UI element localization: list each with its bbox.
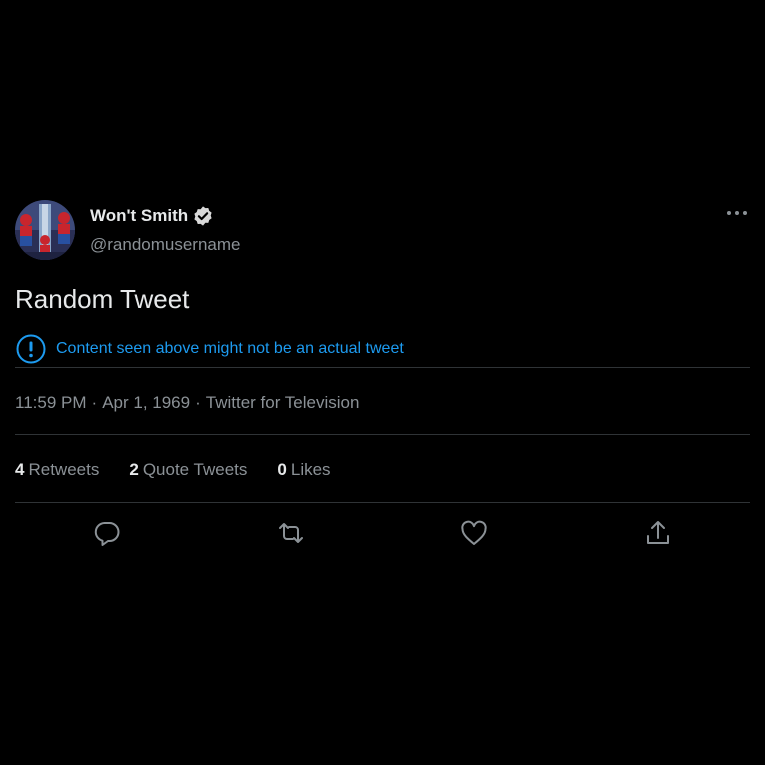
avatar-image (15, 200, 75, 260)
quote-tweets-stat[interactable]: 2 Quote Tweets (129, 460, 247, 480)
tweet-text: Random Tweet (15, 284, 190, 314)
tweet-date[interactable]: Apr 1, 1969 (102, 393, 190, 413)
divider (15, 434, 750, 435)
tweet-card: Won't Smith @randomusername Random Tweet… (15, 200, 750, 546)
meta-separator: · (91, 393, 98, 412)
tweet-actions (15, 518, 750, 552)
tweet-header: Won't Smith @randomusername (15, 200, 750, 262)
quote-tweets-count: 2 (129, 460, 139, 479)
tweet-time[interactable]: 11:59 PM (15, 393, 87, 413)
retweet-icon[interactable] (276, 518, 306, 548)
divider (15, 367, 750, 368)
divider (15, 502, 750, 503)
display-name[interactable]: Won't Smith (90, 206, 188, 226)
likes-label: Likes (290, 460, 331, 479)
likes-count: 0 (277, 460, 287, 479)
exclamation-circle-icon (16, 334, 46, 364)
handle[interactable]: @randomusername (90, 235, 241, 255)
meta-separator: · (195, 393, 201, 412)
verified-badge-icon (194, 206, 212, 226)
tweet-source[interactable]: Twitter for Television (206, 393, 360, 413)
retweets-label: Retweets (28, 460, 100, 479)
more-icon[interactable] (726, 206, 748, 220)
retweets-stat[interactable]: 4 Retweets (15, 460, 99, 480)
tweet-stats: 4 Retweets 2 Quote Tweets 0 Likes (15, 460, 361, 480)
quote-tweets-label: Quote Tweets (142, 460, 248, 479)
heart-icon[interactable] (459, 518, 489, 548)
avatar[interactable] (15, 200, 75, 260)
content-notice: Content seen above might not be an actua… (15, 333, 404, 365)
likes-stat[interactable]: 0 Likes (277, 460, 330, 480)
share-icon[interactable] (643, 518, 673, 548)
reply-icon[interactable] (92, 518, 122, 548)
name-row: Won't Smith (90, 204, 214, 228)
retweets-count: 4 (15, 460, 25, 479)
tweet-meta: 11:59 PM · Apr 1, 1969 · Twitter for Tel… (15, 393, 359, 413)
notice-text[interactable]: Content seen above might not be an actua… (56, 340, 404, 358)
